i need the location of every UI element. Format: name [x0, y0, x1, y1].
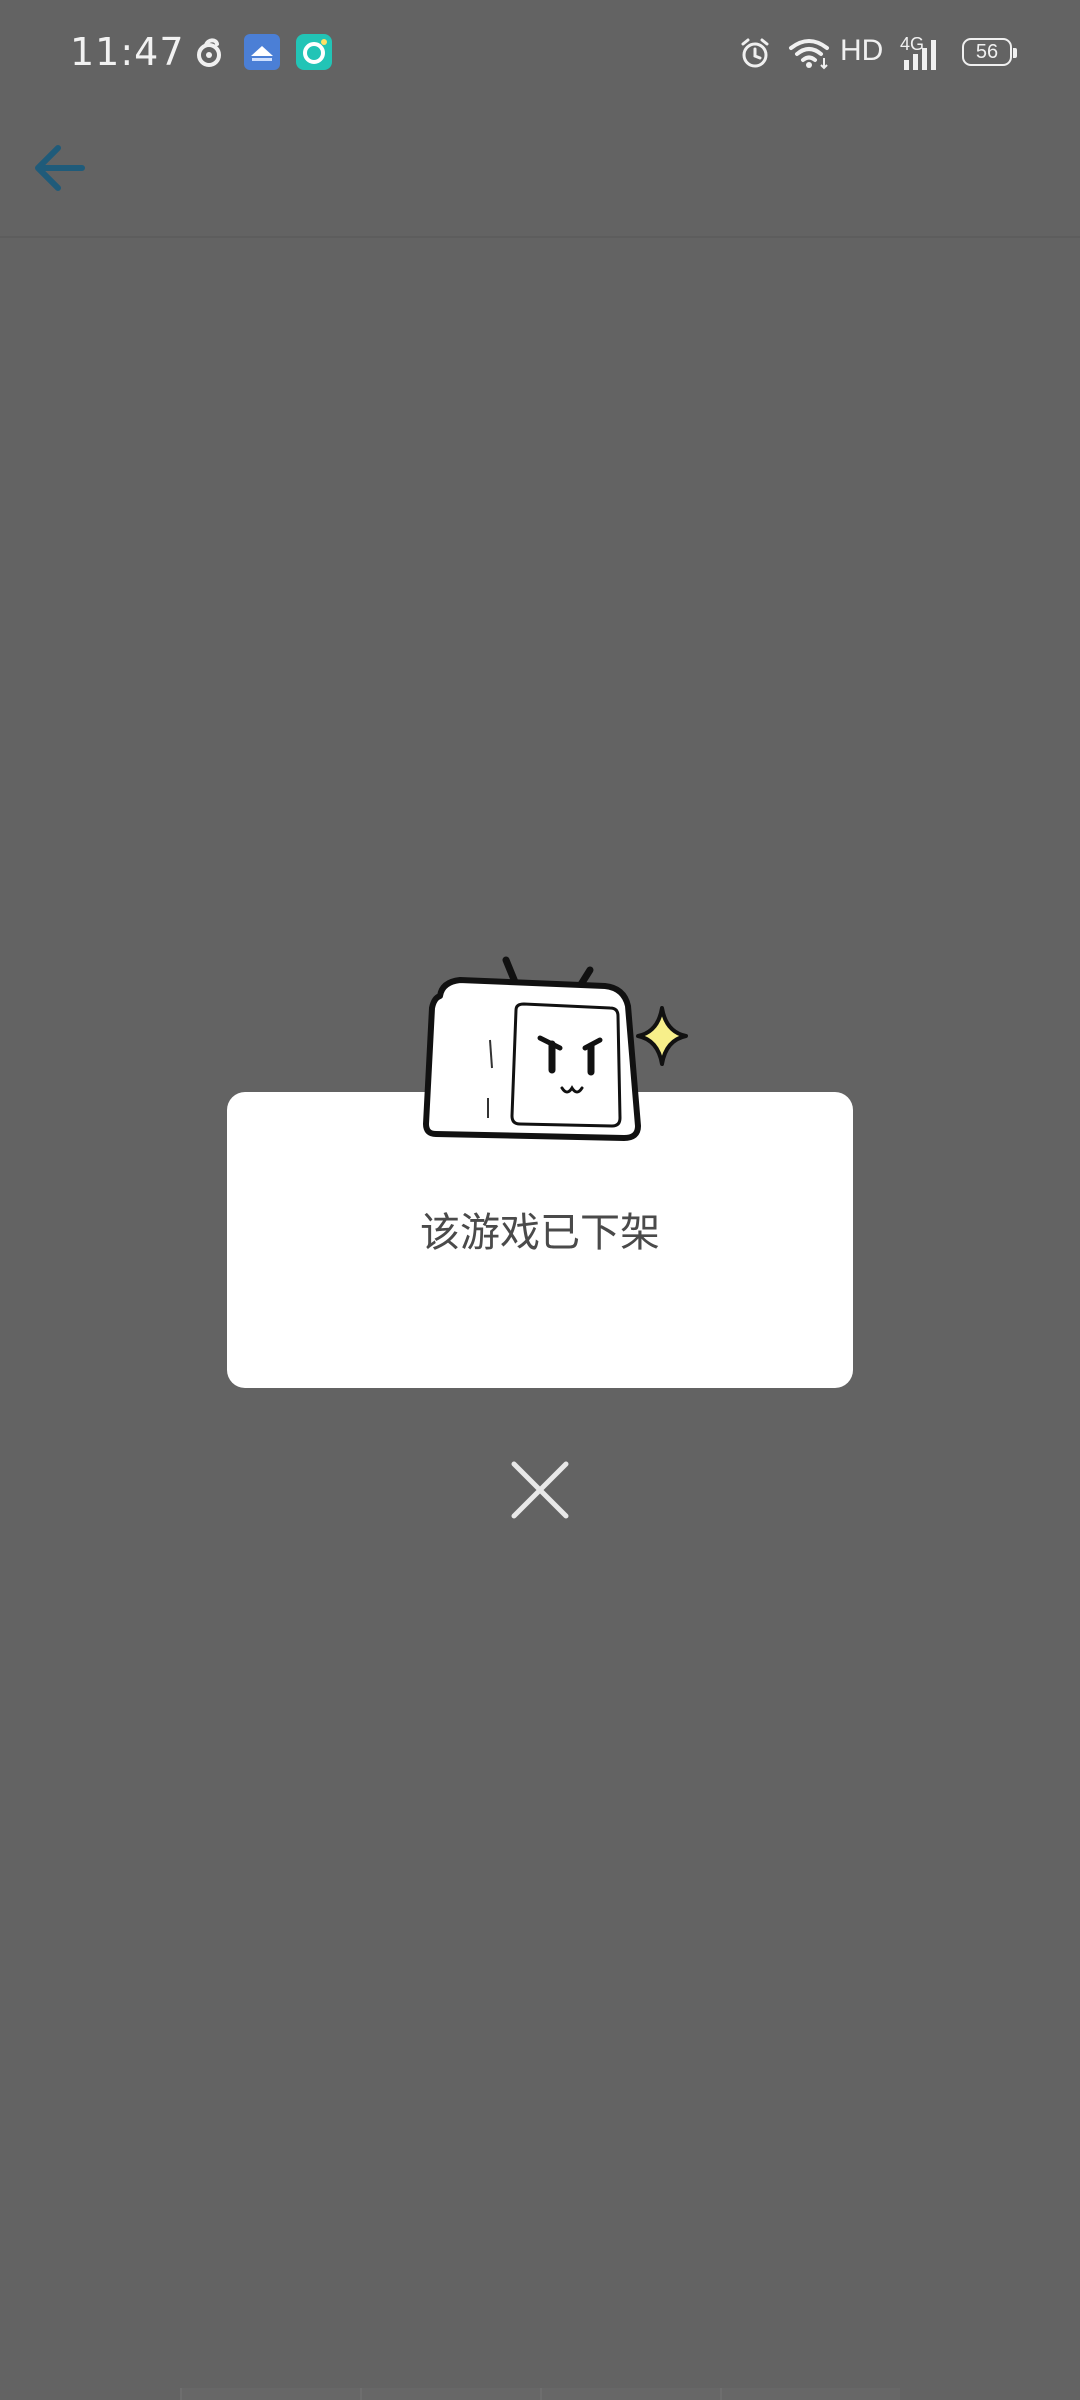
bottom-tab-4 [720, 2388, 900, 2400]
tv-mascot-illustration [423, 956, 688, 1141]
bottom-tab-3 [540, 2388, 720, 2400]
back-button[interactable] [24, 128, 104, 208]
dialog-message: 该游戏已下架 [420, 1210, 660, 1256]
screen: 11:47 HD 4G 56 该游戏已下架 [0, 0, 1080, 2400]
hd-label: HD [840, 34, 884, 67]
wifi-icon [789, 39, 829, 70]
app-header [0, 110, 1080, 238]
arrow-left-icon [35, 145, 85, 191]
close-button[interactable] [510, 1460, 570, 1520]
battery-icon: 56 [962, 38, 1017, 66]
alarm-icon [741, 38, 769, 68]
battery-level: 56 [975, 41, 999, 63]
cloud-drive-icon [244, 34, 280, 70]
camera-app-icon [296, 34, 332, 70]
status-bar: 11:47 HD 4G 56 [0, 0, 1080, 110]
bottom-tab-2 [360, 2388, 540, 2400]
signal-icon [904, 40, 936, 70]
bottom-tab-1 [180, 2388, 360, 2400]
netease-music-icon [197, 38, 221, 67]
status-time: 11:47 [70, 30, 185, 74]
close-icon [511, 1461, 569, 1519]
bottom-nav-remnant [180, 2388, 900, 2400]
